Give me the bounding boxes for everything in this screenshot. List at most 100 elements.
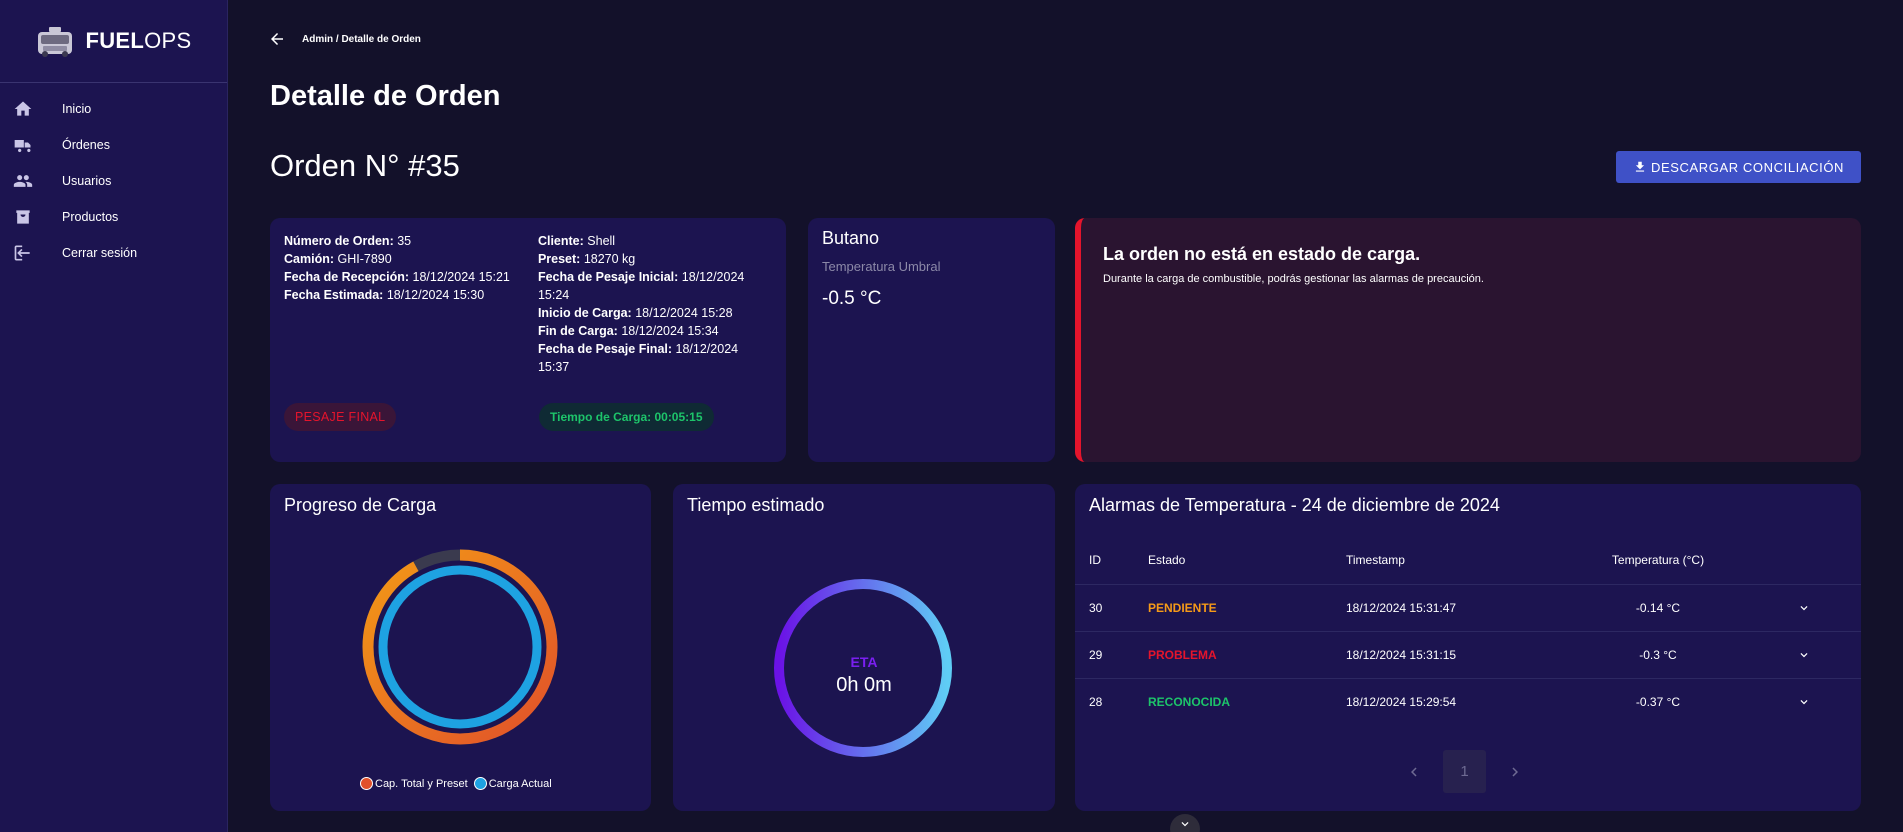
order-field: Camión: GHI-7890: [284, 252, 392, 266]
sidebar-item-cerrar-sesion[interactable]: Cerrar sesión: [0, 235, 227, 271]
sidebar: FUELOPS Inicio Órdenes Usuarios Producto…: [0, 0, 228, 832]
cell-estado: RECONOCIDA: [1148, 694, 1231, 709]
cell-timestamp: 18/12/2024 15:31:15: [1346, 631, 1569, 679]
alarms-table: ID Estado Timestamp Temperatura (°C) 30 …: [1075, 536, 1861, 725]
order-field: Fecha Estimada: 18/12/2024 15:30: [284, 288, 485, 302]
page-title: Detalle de Orden: [270, 80, 501, 112]
order-field: Preset: 18270 kg: [537, 252, 636, 266]
order-field: Fecha de Pesaje Inicial: 18/12/2024 15:2…: [537, 270, 745, 302]
order-field: Inicio de Carga: 18/12/2024 15:28: [537, 306, 733, 320]
truck-icon: [0, 135, 62, 155]
table-row[interactable]: 30 PENDIENTE 18/12/2024 15:31:47 -0.14 °…: [1075, 584, 1861, 632]
chevron-down-icon: [1181, 822, 1189, 827]
table-header-row: ID Estado Timestamp Temperatura (°C): [1075, 536, 1861, 585]
download-button-label: DESCARGAR CONCILIACIÓN: [1650, 159, 1845, 175]
sidebar-item-usuarios[interactable]: Usuarios: [0, 163, 227, 199]
cell-id: 28: [1089, 694, 1103, 709]
sidebar-item-label: Productos: [62, 210, 119, 224]
pagination: 1: [1405, 750, 1524, 793]
table-row[interactable]: 28 RECONOCIDA 18/12/2024 15:29:54 -0.37 …: [1075, 678, 1861, 725]
alert-card: La orden no está en estado de carga. Dur…: [1075, 218, 1861, 462]
expand-row-button[interactable]: [1747, 584, 1861, 632]
users-icon: [0, 171, 62, 191]
main-content: Admin / Detalle de Orden Detalle de Orde…: [228, 0, 1903, 832]
eta-label: ETA: [850, 654, 878, 670]
chevron-down-icon: [1800, 605, 1808, 611]
sidebar-nav: Inicio Órdenes Usuarios Productos Cerrar…: [0, 91, 227, 271]
product-icon: [0, 207, 62, 227]
temperature-alarms-card: Alarmas de Temperatura - 24 de diciembre…: [1075, 484, 1861, 811]
sidebar-item-ordenes[interactable]: Órdenes: [0, 127, 227, 163]
sidebar-item-label: Órdenes: [62, 138, 110, 152]
order-field: Cliente: Shell: [537, 234, 616, 248]
cell-id: 30: [1075, 584, 1148, 632]
product-name: Butano: [822, 228, 880, 248]
expand-row-button[interactable]: [1747, 631, 1861, 679]
cell-temperatura: -0.14 °C: [1569, 584, 1747, 632]
alert-title: La orden no está en estado de carga.: [1103, 244, 1421, 264]
chevron-down-icon: [1800, 700, 1808, 705]
order-field: Fecha de Recepción: 18/12/2024 15:21: [284, 270, 510, 284]
table-row[interactable]: 29 PROBLEMA 18/12/2024 15:31:15 -0.3 °C: [1075, 631, 1861, 679]
truck-logo-icon: [38, 27, 73, 57]
cell-estado: PROBLEMA: [1148, 631, 1346, 679]
topbar: Admin / Detalle de Orden: [268, 30, 421, 48]
order-field: Fin de Carga: 18/12/2024 15:34: [537, 324, 719, 338]
sidebar-item-inicio[interactable]: Inicio: [0, 91, 227, 127]
eta-card: Tiempo estimado ETA 0h 0m: [673, 484, 1055, 811]
column-header-estado: Estado: [1148, 536, 1346, 585]
product-card: Butano Temperatura Umbral -0.5 °C: [808, 218, 1055, 462]
order-field: Número de Orden: 35: [284, 234, 412, 248]
status-badge: PESAJE FINAL: [284, 403, 397, 431]
cell-temperatura: -0.37 °C: [1635, 694, 1681, 709]
inner-ring-progress: [378, 565, 542, 729]
alarms-title: Alarmas de Temperatura - 24 de diciembre…: [1089, 495, 1500, 515]
chevron-down-icon: [1800, 652, 1808, 658]
eta-ring: [774, 579, 952, 757]
chevron-right-icon[interactable]: [1506, 763, 1524, 781]
scroll-down-button[interactable]: [1170, 814, 1200, 832]
order-field: Fecha de Pesaje Final: 18/12/2024 15:37: [537, 342, 739, 374]
cell-estado: PENDIENTE: [1148, 584, 1346, 632]
column-header-expand: [1747, 536, 1861, 585]
expand-row-button[interactable]: [1747, 678, 1861, 725]
column-header-timestamp: Timestamp: [1346, 536, 1569, 585]
cell-temperatura: -0.3 °C: [1569, 631, 1747, 679]
chevron-left-icon[interactable]: [1405, 763, 1423, 781]
order-info-card: Número de Orden: 35 Camión: GHI-7890 Fec…: [270, 218, 786, 462]
legend-dot: [473, 777, 487, 790]
download-reconciliation-button[interactable]: DESCARGAR CONCILIACIÓN: [1616, 151, 1861, 183]
order-info-left: Número de Orden: 35 Camión: GHI-7890 Fec…: [284, 232, 538, 376]
column-header-temperatura: Temperatura (°C): [1569, 536, 1747, 585]
order-info-right: Cliente: Shell Preset: 18270 kg Fecha de…: [538, 232, 772, 376]
logout-icon: [0, 243, 62, 263]
brand-name: FUELOPS: [85, 28, 192, 53]
legend-dot: [360, 777, 373, 790]
outer-ring-progress: [362, 549, 558, 745]
page-number-button[interactable]: 1: [1443, 750, 1486, 793]
eta-center: ETA 0h 0m: [673, 654, 1055, 697]
sidebar-item-productos[interactable]: Productos: [0, 199, 227, 235]
eta-value: 0h 0m: [836, 674, 892, 696]
brand: FUELOPS: [0, 0, 227, 83]
load-time-badge: Tiempo de Carga: 00:05:15: [539, 403, 714, 431]
sidebar-item-label: Inicio: [62, 102, 92, 116]
download-icon: [1635, 161, 1645, 172]
load-progress-card: Progreso de Carga Cap. Total y Preset Ca…: [270, 484, 651, 811]
cell-id: 29: [1075, 631, 1148, 679]
sidebar-item-label: Cerrar sesión: [62, 246, 138, 260]
breadcrumb: Admin / Detalle de Orden: [302, 33, 421, 45]
home-icon: [0, 99, 62, 119]
threshold-label: Temperatura Umbral: [822, 259, 941, 274]
back-arrow-icon[interactable]: [268, 30, 286, 48]
cell-timestamp: 18/12/2024 15:31:47: [1346, 584, 1569, 632]
legend-item: Cap. Total y Preset: [360, 777, 468, 790]
alert-message: Durante la carga de combustible, podrás …: [1103, 273, 1484, 285]
threshold-value: -0.5 °C: [822, 288, 882, 309]
legend-item: Carga Actual: [473, 777, 552, 790]
column-header-id: ID: [1075, 536, 1148, 585]
order-title: Orden N° #35: [270, 148, 460, 183]
progress-legend: Cap. Total y Preset Carga Actual: [360, 777, 552, 790]
load-progress-chart: [362, 549, 558, 745]
sidebar-item-label: Usuarios: [62, 174, 112, 188]
